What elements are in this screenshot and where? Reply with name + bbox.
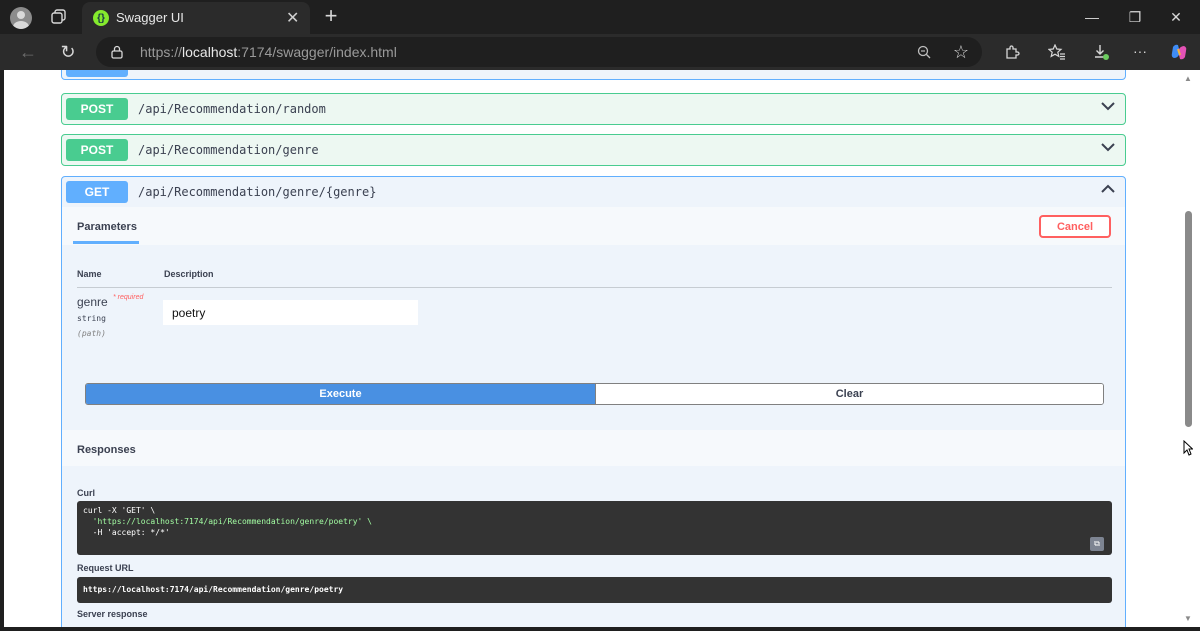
operation-summary[interactable]: GET /api/Recommendation/genre/{genre}	[62, 177, 1125, 207]
browser-toolbar: ← ↻ https://localhost:7174/swagger/index…	[0, 34, 1200, 70]
method-badge-post: POST	[66, 98, 128, 120]
operation-get-genre: GET /api/Recommendation/genre/{genre} Pa…	[61, 176, 1126, 627]
genre-input[interactable]	[163, 300, 418, 325]
parameter-location: (path)	[77, 329, 106, 338]
page-scrollbar[interactable]: ▲ ▼	[1180, 70, 1200, 627]
request-url-value: https://localhost:7174/api/Recommendatio…	[83, 585, 344, 594]
parameter-type: string	[77, 314, 106, 323]
operation-path: /api/Recommendation/genre/{genre}	[138, 185, 377, 199]
url-text[interactable]: https://localhost:7174/swagger/index.htm…	[140, 44, 397, 60]
request-url-block[interactable]: https://localhost:7174/api/Recommendatio…	[77, 577, 1112, 603]
profile-avatar[interactable]	[10, 7, 32, 29]
operation-post-genre[interactable]: POST /api/Recommendation/genre	[61, 134, 1126, 166]
tab-close-icon[interactable]: ✕	[286, 8, 299, 28]
swagger-logo-icon: {}	[93, 10, 109, 26]
method-badge-get: GET	[66, 181, 128, 203]
chevron-down-icon[interactable]	[1101, 140, 1115, 159]
title-bar: {} Swagger UI ✕ + — ❐ ✕	[0, 0, 1200, 34]
refresh-button[interactable]: ↻	[55, 39, 81, 65]
operation-post-random[interactable]: POST /api/Recommendation/random	[61, 93, 1126, 125]
workspaces-icon[interactable]	[50, 8, 68, 26]
curl-line-2: 'https://localhost:7174/api/Recommendati…	[83, 517, 372, 526]
curl-line-3: -H 'accept: */*'	[83, 528, 170, 537]
execute-button[interactable]: Execute	[86, 384, 595, 404]
curl-code-block[interactable]: curl -X 'GET' \ 'https://localhost:7174/…	[77, 501, 1112, 555]
close-window-button[interactable]: ✕	[1162, 5, 1190, 29]
extensions-puzzle-icon[interactable]	[1003, 43, 1021, 61]
chevron-down-icon[interactable]	[1101, 99, 1115, 118]
responses-header: Responses	[62, 430, 1125, 466]
favorite-star-icon[interactable]: ☆	[951, 41, 971, 63]
lock-icon	[110, 44, 124, 60]
tab-title: Swagger UI	[116, 10, 184, 25]
scroll-up-arrow-icon[interactable]: ▲	[1184, 74, 1192, 83]
minimize-button[interactable]: —	[1078, 5, 1106, 29]
operation-path: /api/Recommendation/genre	[138, 143, 319, 157]
favorites-list-icon[interactable]	[1047, 43, 1067, 61]
operation-partial[interactable]	[61, 70, 1126, 80]
scrollbar-thumb[interactable]	[1185, 211, 1192, 427]
browser-window: {} Swagger UI ✕ + — ❐ ✕ ← ↻ https://loca…	[0, 0, 1200, 631]
responses-title: Responses	[77, 444, 136, 456]
copy-to-clipboard-icon[interactable]: ⧉	[1090, 537, 1104, 551]
new-tab-button[interactable]: +	[320, 3, 342, 29]
curl-line-1: curl -X 'GET' \	[83, 506, 156, 515]
more-menu-icon[interactable]: ···	[1129, 42, 1151, 60]
url-scheme: https://	[140, 44, 183, 60]
parameter-row: genre * required string (path)	[62, 208, 1125, 338]
restore-button[interactable]: ❐	[1121, 5, 1149, 29]
curl-label: Curl	[77, 488, 95, 498]
tab-swagger-ui[interactable]: {} Swagger UI ✕	[82, 2, 310, 34]
execute-clear-group: Execute Clear	[85, 383, 1104, 405]
address-bar[interactable]: https://localhost:7174/swagger/index.htm…	[96, 37, 982, 67]
request-url-label: Request URL	[77, 563, 134, 573]
operation-path: /api/Recommendation/random	[138, 102, 326, 116]
url-path: :7174/swagger/index.html	[237, 44, 397, 60]
mouse-cursor-icon	[1183, 440, 1193, 456]
method-badge-post: POST	[66, 139, 128, 161]
downloads-icon[interactable]	[1091, 42, 1111, 62]
clear-button[interactable]: Clear	[595, 384, 1103, 404]
copilot-icon[interactable]	[1169, 42, 1189, 62]
method-badge	[66, 70, 128, 77]
parameter-name: genre	[77, 295, 108, 309]
back-button[interactable]: ←	[15, 39, 41, 65]
required-marker: * required	[113, 294, 144, 301]
scroll-down-arrow-icon[interactable]: ▼	[1184, 614, 1192, 623]
server-response-label: Server response	[77, 609, 148, 619]
page-viewport: POST /api/Recommendation/random POST /ap…	[4, 70, 1180, 627]
url-host: localhost	[182, 44, 238, 60]
zoom-icon[interactable]	[916, 44, 932, 60]
chevron-up-icon[interactable]	[1101, 182, 1115, 201]
